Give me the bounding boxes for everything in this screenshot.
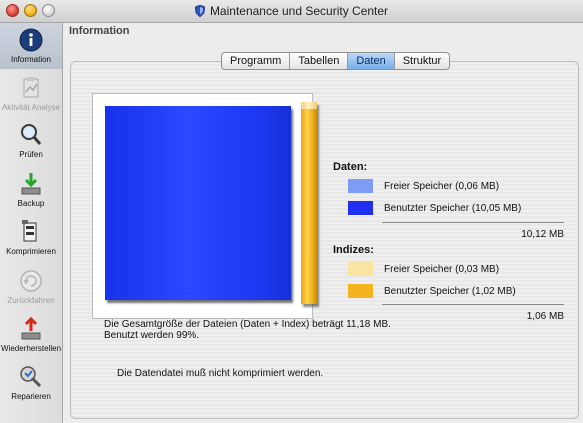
data-panel: Daten: Freier Speicher (0,06 MB) Benutzt… [70,61,579,419]
tab-bar: Programm Tabellen Daten Struktur [221,52,451,70]
restore-icon [21,316,41,340]
sidebar-item-check[interactable]: Prüfen [0,122,62,159]
daten-total: 10,12 MB [521,229,564,240]
sidebar-item-label: Zurückfahren [7,296,55,305]
index-storage-cylinder [301,102,317,304]
sidebar-item-restore[interactable]: Wiederherstellen [0,316,62,353]
sidebar-item-backup[interactable]: Backup [0,171,62,208]
app-window: Maintenance und Security Center Informat… [0,0,583,423]
indizes-free-swatch [348,262,373,276]
daten-divider [382,222,564,223]
sidebar-item-label: Backup [17,199,45,208]
compress-icon [22,220,37,242]
tab-struktur[interactable]: Struktur [395,53,450,69]
size-summary: Die Gesamtgröße der Dateien (Daten + Ind… [104,319,391,341]
activity-analysis-icon [23,77,39,98]
repair-icon [20,366,42,388]
size-summary-usage: Benutzt werden 99%. [104,330,200,341]
tab-programm[interactable]: Programm [222,53,291,69]
sidebar-item-label: Reparieren [11,392,51,401]
sidebar-item-label: Information [10,55,52,64]
indizes-used-swatch [348,284,373,298]
daten-used-swatch [348,201,373,215]
storage-chart [92,93,317,319]
window-title: Maintenance und Security Center [0,4,583,18]
size-summary-total: Die Gesamtgröße der Dateien (Daten + Ind… [104,319,391,330]
sidebar: Information Aktivität Analyse Prüfen Bac… [0,23,63,423]
information-icon [19,28,43,52]
indizes-heading: Indizes: [333,244,374,256]
sidebar-item-label: Komprimieren [6,247,56,256]
indizes-used-label: Benutzter Speicher (1,02 MB) [384,286,516,297]
tab-daten[interactable]: Daten [348,53,395,69]
section-heading: Information [69,25,130,37]
indizes-divider [382,304,564,305]
sidebar-item-repair[interactable]: Reparieren [0,364,62,401]
rollback-icon [20,270,42,292]
sidebar-item-label: Aktivität Analyse [1,103,61,112]
main-content: Information Daten: Freier Speicher (0,06… [63,23,583,423]
daten-free-swatch [348,179,373,193]
window-title-text: Maintenance und Security Center [209,4,389,18]
sidebar-item-label: Wiederherstellen [0,344,62,353]
index-free-segment [301,102,317,109]
sidebar-item-compress[interactable]: Komprimieren [0,219,62,256]
magnifier-icon [21,124,42,145]
tab-tabellen[interactable]: Tabellen [290,53,349,69]
shield-icon [194,5,205,17]
sidebar-item-information[interactable]: Information [0,27,62,64]
backup-icon [21,173,41,195]
data-storage-cylinder [105,106,291,300]
sidebar-item-activity-analysis: Aktivität Analyse [0,75,62,112]
daten-used-label: Benutzter Speicher (10,05 MB) [384,203,522,214]
daten-heading: Daten: [333,161,368,173]
daten-free-label: Freier Speicher (0,06 MB) [384,181,500,192]
sidebar-item-rollback: Zurückfahren [0,268,62,305]
title-bar: Maintenance und Security Center [0,0,583,23]
indizes-free-label: Freier Speicher (0,03 MB) [384,264,500,275]
sidebar-item-label: Prüfen [19,150,43,159]
indizes-total: 1,06 MB [526,311,564,322]
compression-status-message: Die Datendatei muß nicht komprimiert wer… [117,368,324,379]
